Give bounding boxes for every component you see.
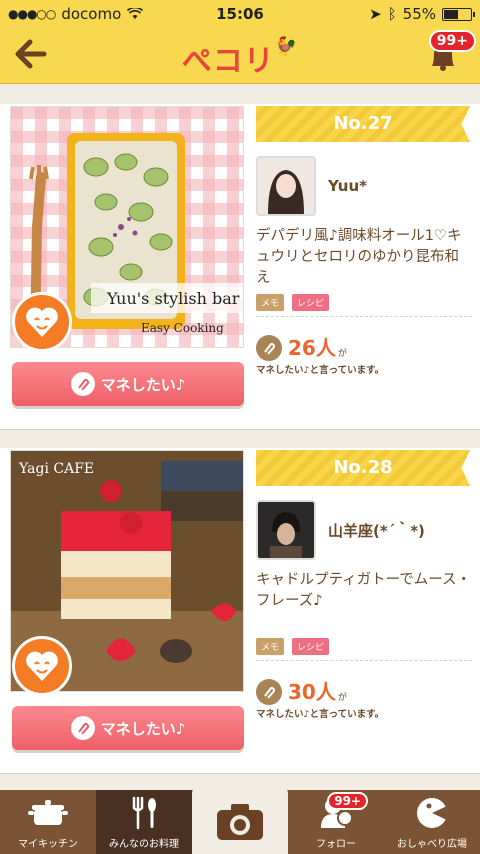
clip-heart-icon [70, 716, 95, 740]
avatar[interactable] [256, 500, 316, 560]
recipe-tag: レシピ [292, 638, 330, 655]
recipe-tag: レシピ [292, 294, 330, 311]
avatar[interactable] [256, 156, 316, 216]
tab-follow[interactable]: 99+ フォロー [288, 790, 384, 854]
carrier-label: docomo [61, 5, 122, 23]
notification-badge: 99+ [428, 30, 476, 52]
mane-button[interactable]: マネしたい♪ [12, 362, 244, 406]
count-note: マネしたい♪と言っています。 [256, 709, 385, 720]
count-note: マネしたい♪と言っています。 [256, 365, 385, 376]
mane-button-label: マネしたい♪ [100, 719, 186, 738]
recipe-card: Yuu's stylish bar Easy Cooking No.27 Yuu… [0, 104, 480, 430]
photo-caption: Yagi CAFE [19, 461, 95, 477]
pot-icon [28, 795, 68, 831]
camera-icon [215, 796, 265, 848]
location-icon: ➤ [369, 5, 382, 23]
mane-button[interactable]: マネしたい♪ [12, 706, 244, 750]
tab-label: おしゃべり広場 [397, 839, 467, 850]
clip-heart-icon [256, 679, 282, 705]
wifi-icon [127, 8, 144, 19]
clock: 15:06 [216, 5, 264, 23]
tab-camera[interactable] [192, 784, 288, 854]
recipe-title[interactable]: キャドルプティガトーでムース・フレーズ♪ [256, 570, 472, 612]
follow-badge: 99+ [327, 792, 368, 810]
rooster-icon: 🐓 [274, 36, 299, 57]
mane-button-label: マネしたい♪ [100, 375, 186, 394]
recipe-card: Yagi CAFE No.28 山羊座(*´｀*) キャドルプティガトーでムース… [0, 448, 480, 774]
clip-heart-icon [70, 372, 95, 396]
signal-icon: ●●●○○ [8, 7, 56, 21]
tab-chat-plaza[interactable]: おしゃべり広場 [384, 790, 480, 854]
chat-icon [415, 795, 449, 831]
tag-list: メモ レシピ [256, 294, 330, 311]
user-info[interactable]: 山羊座(*´｀*) [256, 500, 425, 560]
rank-banner: No.28 [256, 450, 470, 486]
divider [256, 316, 472, 317]
status-bar: ●●●○○ docomo 15:06 ➤ ᛒ 55% [0, 0, 480, 28]
photo-caption: Yuu's stylish bar [107, 289, 240, 308]
count-value: 30人 [288, 680, 336, 704]
divider [256, 660, 472, 661]
memo-tag: メモ [256, 638, 285, 655]
nav-bar: ぺコリ🐓 99+ [0, 28, 480, 84]
tab-bar: マイキッチン みんなのお料理 99+ フォロー おしゃべり広場 [0, 784, 480, 854]
battery-icon [442, 7, 475, 21]
recipe-title[interactable]: デパデリ風♪調味料オール1♡キュウリとセロリのゆかり昆布和え [256, 226, 472, 289]
count-suffix: が [337, 693, 347, 703]
tab-my-kitchen[interactable]: マイキッチン [0, 790, 96, 854]
count-suffix: が [337, 349, 347, 359]
app-logo: ぺコリ🐓 [181, 36, 299, 79]
fork-spoon-icon [128, 795, 160, 831]
clip-heart-icon [256, 335, 282, 361]
tab-label: みんなのお料理 [109, 839, 179, 850]
tab-label: マイキッチン [18, 839, 78, 850]
memo-tag: メモ [256, 294, 285, 311]
mane-count: 30人 が [256, 676, 347, 705]
battery-percent: 55% [402, 5, 436, 23]
tab-everyones-cooking[interactable]: みんなのお料理 [96, 790, 192, 854]
tag-list: メモ レシピ [256, 638, 330, 655]
username[interactable]: 山羊座(*´｀*) [328, 520, 425, 541]
username[interactable]: Yuu* [328, 177, 367, 195]
photo-subcaption: Easy Cooking [141, 321, 224, 335]
rank-banner: No.27 [256, 106, 470, 142]
mane-count: 26人 が [256, 332, 347, 361]
heart-face-icon [12, 636, 72, 696]
battery-fill [444, 9, 458, 19]
user-info[interactable]: Yuu* [256, 156, 367, 216]
bluetooth-icon: ᛒ [387, 5, 397, 23]
count-value: 26人 [288, 336, 336, 360]
tab-label: フォロー [316, 839, 356, 850]
heart-face-icon [12, 292, 72, 352]
ranking-feed[interactable]: Yuu's stylish bar Easy Cooking No.27 Yuu… [0, 84, 480, 790]
